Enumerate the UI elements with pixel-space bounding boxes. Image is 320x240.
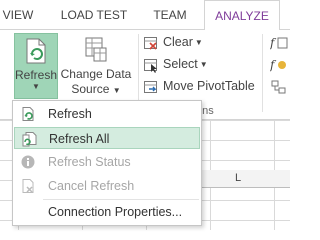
menu-item-cancel-refresh[interactable]: Cancel Refresh bbox=[14, 175, 200, 197]
fields-items-sets-icon[interactable]: f bbox=[270, 35, 288, 51]
menu-item-refresh-all[interactable]: Refresh All bbox=[14, 127, 200, 149]
tab-analyze[interactable]: ANALYZE bbox=[204, 0, 280, 31]
column-header-l[interactable]: L bbox=[200, 170, 290, 188]
change-data-source-label-line1: Change Data bbox=[60, 67, 132, 81]
menu-item-label: Cancel Refresh bbox=[48, 179, 135, 193]
chevron-down-icon: ▼ bbox=[199, 59, 208, 69]
relationships-icon[interactable] bbox=[270, 79, 288, 95]
tab-load-test[interactable]: LOAD TEST bbox=[52, 0, 136, 30]
select-icon bbox=[144, 58, 157, 73]
menu-separator bbox=[43, 199, 199, 200]
menu-item-label: Connection Properties... bbox=[48, 205, 183, 219]
refresh-document-icon bbox=[26, 38, 46, 64]
ribbon-tab-strip: VIEW LOAD TEST TEAM ANALYZE bbox=[0, 0, 290, 31]
change-data-source-label-line2: Source bbox=[71, 82, 110, 96]
svg-text:f: f bbox=[270, 58, 277, 72]
menu-item-label: Refresh Status bbox=[48, 155, 131, 169]
cancel-refresh-icon bbox=[22, 179, 34, 193]
svg-text:f: f bbox=[270, 36, 277, 50]
change-data-source-button[interactable]: Change Data Source ▼ bbox=[60, 33, 132, 99]
change-data-source-label-line2-row: Source ▼ bbox=[60, 82, 132, 98]
clear-label: Clear bbox=[163, 35, 193, 49]
menu-item-refresh[interactable]: Refresh bbox=[14, 103, 200, 125]
refresh-dropdown-menu: Refresh Refresh All Refresh Status Cance… bbox=[12, 100, 202, 226]
menu-item-label: Refresh All bbox=[49, 132, 110, 146]
chevron-down-icon: ▼ bbox=[32, 82, 40, 91]
column-header-label: L bbox=[235, 172, 242, 184]
chevron-down-icon: ▼ bbox=[194, 37, 203, 47]
refresh-all-icon bbox=[22, 132, 37, 147]
menu-item-label: Refresh bbox=[48, 107, 92, 121]
tab-view[interactable]: VIEW bbox=[0, 0, 36, 30]
refresh-button[interactable]: Refresh ▼ bbox=[14, 33, 58, 99]
olap-tools-icon[interactable]: f bbox=[270, 57, 288, 73]
menu-item-connection-properties[interactable]: Connection Properties... bbox=[14, 201, 200, 223]
ribbon-group-divider bbox=[262, 34, 263, 112]
move-pivottable-label: Move PivotTable bbox=[163, 79, 255, 93]
refresh-icon bbox=[22, 107, 34, 121]
select-button[interactable]: Select ▼ bbox=[143, 54, 208, 74]
move-pivottable-button[interactable]: Move PivotTable bbox=[143, 76, 255, 96]
menu-item-refresh-status[interactable]: Refresh Status bbox=[14, 151, 200, 173]
refresh-button-label: Refresh bbox=[15, 68, 58, 82]
info-icon bbox=[21, 155, 35, 169]
clear-icon bbox=[144, 36, 157, 50]
tab-team[interactable]: TEAM bbox=[146, 0, 194, 30]
clear-button[interactable]: Clear ▼ bbox=[143, 32, 203, 52]
move-pivottable-icon bbox=[144, 80, 157, 93]
chevron-down-icon: ▼ bbox=[112, 86, 121, 95]
change-data-source-icon bbox=[85, 37, 107, 62]
select-label: Select bbox=[163, 57, 198, 71]
